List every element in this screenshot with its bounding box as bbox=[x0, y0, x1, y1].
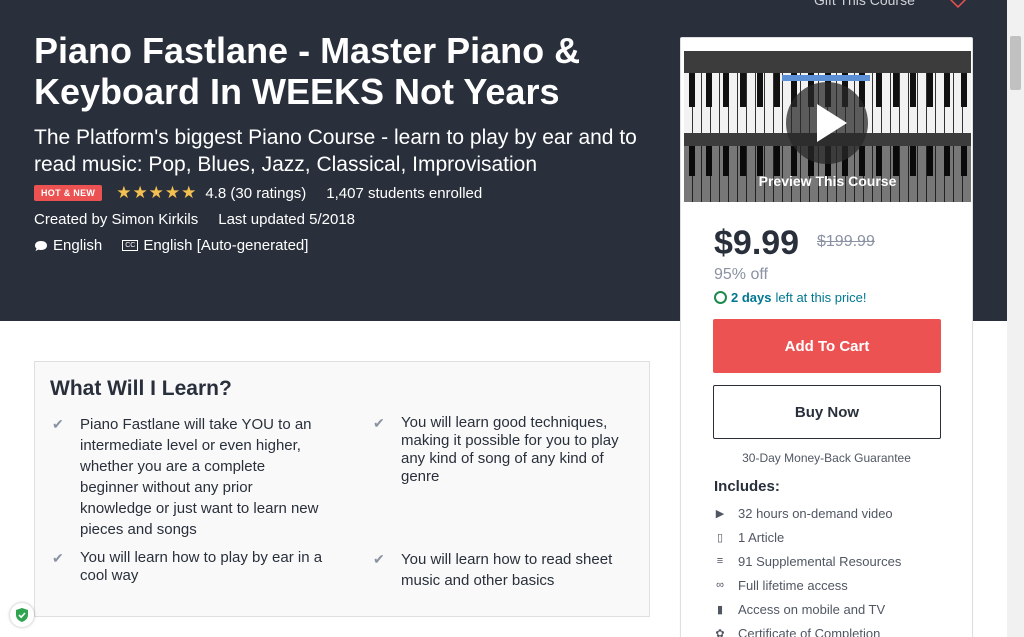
last-updated: Last updated 5/2018 bbox=[218, 211, 356, 228]
learn-item-text: You will learn good techniques, making i… bbox=[401, 414, 619, 485]
scrollbar-thumb[interactable] bbox=[1010, 36, 1021, 90]
video-icon: ▶ bbox=[715, 507, 725, 520]
purchase-card: Preview This Course $9.99 $199.99 95% of… bbox=[680, 37, 973, 637]
includes-item: ▮ Access on mobile and TV bbox=[714, 597, 901, 621]
wishlist-heart-icon[interactable] bbox=[948, 0, 968, 10]
checkmark-icon: ✔ bbox=[52, 550, 64, 566]
money-back-guarantee: 30-Day Money-Back Guarantee bbox=[742, 451, 911, 465]
course-title: Piano Fastlane - Master Piano & Keyboard… bbox=[34, 30, 581, 112]
checkmark-icon: ✔ bbox=[52, 416, 64, 432]
learn-item: ✔ You will learn how to play by ear in a… bbox=[50, 549, 325, 585]
discount-percent: 95% off bbox=[714, 266, 768, 283]
learn-item: ✔ Piano Fastlane will take YOU to an int… bbox=[50, 414, 325, 540]
price-timer: 2 days left at this price! bbox=[714, 290, 867, 305]
learn-item-text: You will learn how to play by ear in a c… bbox=[80, 549, 323, 584]
includes-item: ▯ 1 Article bbox=[714, 525, 901, 549]
course-preview-video[interactable]: Preview This Course bbox=[684, 51, 971, 202]
alarm-clock-icon bbox=[714, 291, 727, 304]
learn-item-text: Piano Fastlane will take YOU to an inter… bbox=[80, 416, 319, 538]
scrollbar-track[interactable] bbox=[1007, 0, 1024, 637]
learn-item: ✔ You will learn good techniques, making… bbox=[371, 414, 641, 486]
timer-text: left at this price! bbox=[775, 290, 867, 305]
play-icon[interactable] bbox=[786, 82, 868, 164]
original-price: $199.99 bbox=[817, 233, 875, 250]
timer-days: 2 days bbox=[731, 290, 772, 305]
file-icon: ▯ bbox=[716, 531, 724, 544]
add-to-cart-button[interactable]: Add To Cart bbox=[713, 319, 941, 373]
course-author-row: Created by Simon Kirkils Last updated 5/… bbox=[34, 211, 355, 228]
hot-new-badge: HOT & NEW bbox=[34, 185, 103, 201]
current-price: $9.99 bbox=[714, 224, 800, 262]
checkmark-icon: ✔ bbox=[373, 551, 385, 567]
course-page: Gift This Course Piano Fastlane - Master… bbox=[0, 0, 1024, 637]
learn-item-text: You will learn how to read sheet music a… bbox=[401, 551, 613, 589]
enrolled-count: 1,407 students enrolled bbox=[326, 184, 483, 202]
includes-item: ≡ 91 Supplemental Resources bbox=[714, 549, 902, 573]
includes-item: ▶ 32 hours on-demand video bbox=[714, 501, 901, 525]
mobile-icon: ▮ bbox=[716, 603, 724, 616]
includes-item: ∞ Full lifetime access bbox=[714, 573, 901, 597]
course-stats: HOT & NEW ★★★★★ 4.8 (30 ratings) 1,407 s… bbox=[34, 183, 482, 203]
gift-course-link[interactable]: Gift This Course bbox=[814, 0, 915, 8]
rating-text[interactable]: 4.8 (30 ratings) bbox=[205, 185, 306, 202]
includes-item-label: Access on mobile and TV bbox=[738, 601, 886, 617]
captions-info: CC English [Auto-generated] bbox=[122, 237, 308, 254]
buy-now-button[interactable]: Buy Now bbox=[713, 385, 941, 439]
document-icon: ≡ bbox=[716, 555, 724, 567]
closed-captions-icon: CC bbox=[122, 240, 139, 251]
course-language: English bbox=[53, 237, 103, 254]
includes-item: ✿ Certificate of Completion bbox=[714, 621, 901, 637]
infinity-icon: ∞ bbox=[716, 579, 724, 591]
keyboard-highlight bbox=[782, 75, 870, 81]
includes-item-label: 91 Supplemental Resources bbox=[738, 553, 902, 569]
course-language-row: English CC English [Auto-generated] bbox=[34, 237, 308, 254]
includes-list: ▶ 32 hours on-demand video ▯ 1 Article ≡… bbox=[714, 501, 901, 637]
preview-label[interactable]: Preview This Course bbox=[684, 173, 971, 189]
what-you-will-learn-box: What Will I Learn? ✔ Piano Fastlane will… bbox=[34, 361, 650, 617]
includes-item-label: 1 Article bbox=[738, 529, 785, 545]
includes-item-label: Certificate of Completion bbox=[738, 625, 881, 637]
created-by[interactable]: Created by Simon Kirkils bbox=[34, 211, 198, 228]
learn-section-title: What Will I Learn? bbox=[50, 377, 232, 400]
speech-bubble-icon bbox=[35, 240, 47, 251]
includes-item-label: Full lifetime access bbox=[738, 577, 848, 593]
includes-item-label: 32 hours on-demand video bbox=[738, 505, 893, 521]
includes-title: Includes: bbox=[714, 478, 780, 495]
course-subtitle: The Platform's biggest Piano Course - le… bbox=[34, 126, 637, 176]
rating-stars-icon: ★★★★★ bbox=[116, 183, 198, 202]
learn-item: ✔ You will learn how to read sheet music… bbox=[371, 549, 641, 591]
checkmark-icon: ✔ bbox=[373, 415, 385, 431]
certificate-icon: ✿ bbox=[715, 627, 725, 637]
captions-language: English [Auto-generated] bbox=[143, 237, 309, 254]
security-shield-icon[interactable] bbox=[10, 603, 34, 627]
